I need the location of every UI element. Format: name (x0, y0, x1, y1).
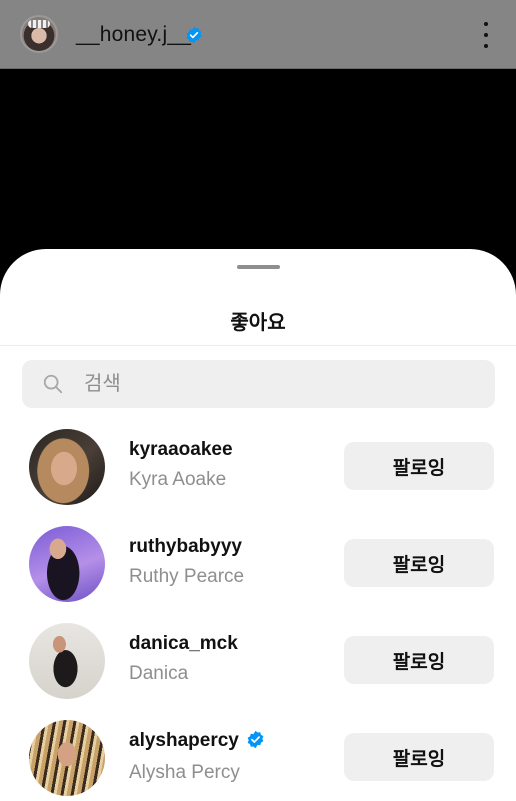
full-name: Alysha Percy (129, 762, 240, 783)
following-button[interactable]: 팔로잉 (344, 733, 494, 781)
search-bar[interactable] (22, 360, 495, 408)
list-item[interactable]: danica_mck Danica 팔로잉 (0, 623, 516, 707)
username[interactable]: kyraaoakee (129, 439, 233, 461)
divider (0, 345, 516, 346)
sheet-title: 좋아요 (230, 312, 286, 334)
verified-badge-icon (185, 26, 203, 49)
following-button[interactable]: 팔로잉 (344, 636, 494, 684)
username[interactable]: ruthybabyyy (129, 536, 242, 558)
full-name: Ruthy Pearce (129, 566, 245, 587)
avatar[interactable] (29, 720, 105, 796)
list-item[interactable]: ruthybabyyy Ruthy Pearce 팔로잉 (0, 526, 516, 610)
search-icon (42, 373, 64, 400)
list-item[interactable]: alyshapercy Alysha Percy 팔로잉 (0, 720, 516, 801)
avatar[interactable] (29, 623, 105, 699)
avatar[interactable] (29, 526, 105, 602)
username[interactable]: danica_mck (129, 633, 238, 655)
post-header: __honey.j__ (0, 0, 516, 69)
search-input[interactable] (84, 360, 484, 408)
following-button[interactable]: 팔로잉 (344, 442, 494, 490)
avatar[interactable] (20, 15, 58, 53)
sheet-drag-handle[interactable] (237, 265, 280, 269)
full-name: Kyra Aoake (129, 469, 227, 490)
username[interactable]: alyshapercy (129, 730, 239, 752)
verified-badge-icon (246, 730, 265, 754)
full-name: Danica (129, 663, 189, 684)
post-author-username[interactable]: __honey.j__ (76, 23, 191, 47)
following-button[interactable]: 팔로잉 (344, 539, 494, 587)
list-item[interactable]: kyraaoakee Kyra Aoake 팔로잉 (0, 429, 516, 513)
more-options-icon[interactable] (476, 22, 496, 48)
avatar[interactable] (29, 429, 105, 505)
likes-sheet: 좋아요 kyraaoakee Kyra Aoake 팔로잉 ruthybabyy… (0, 249, 516, 801)
